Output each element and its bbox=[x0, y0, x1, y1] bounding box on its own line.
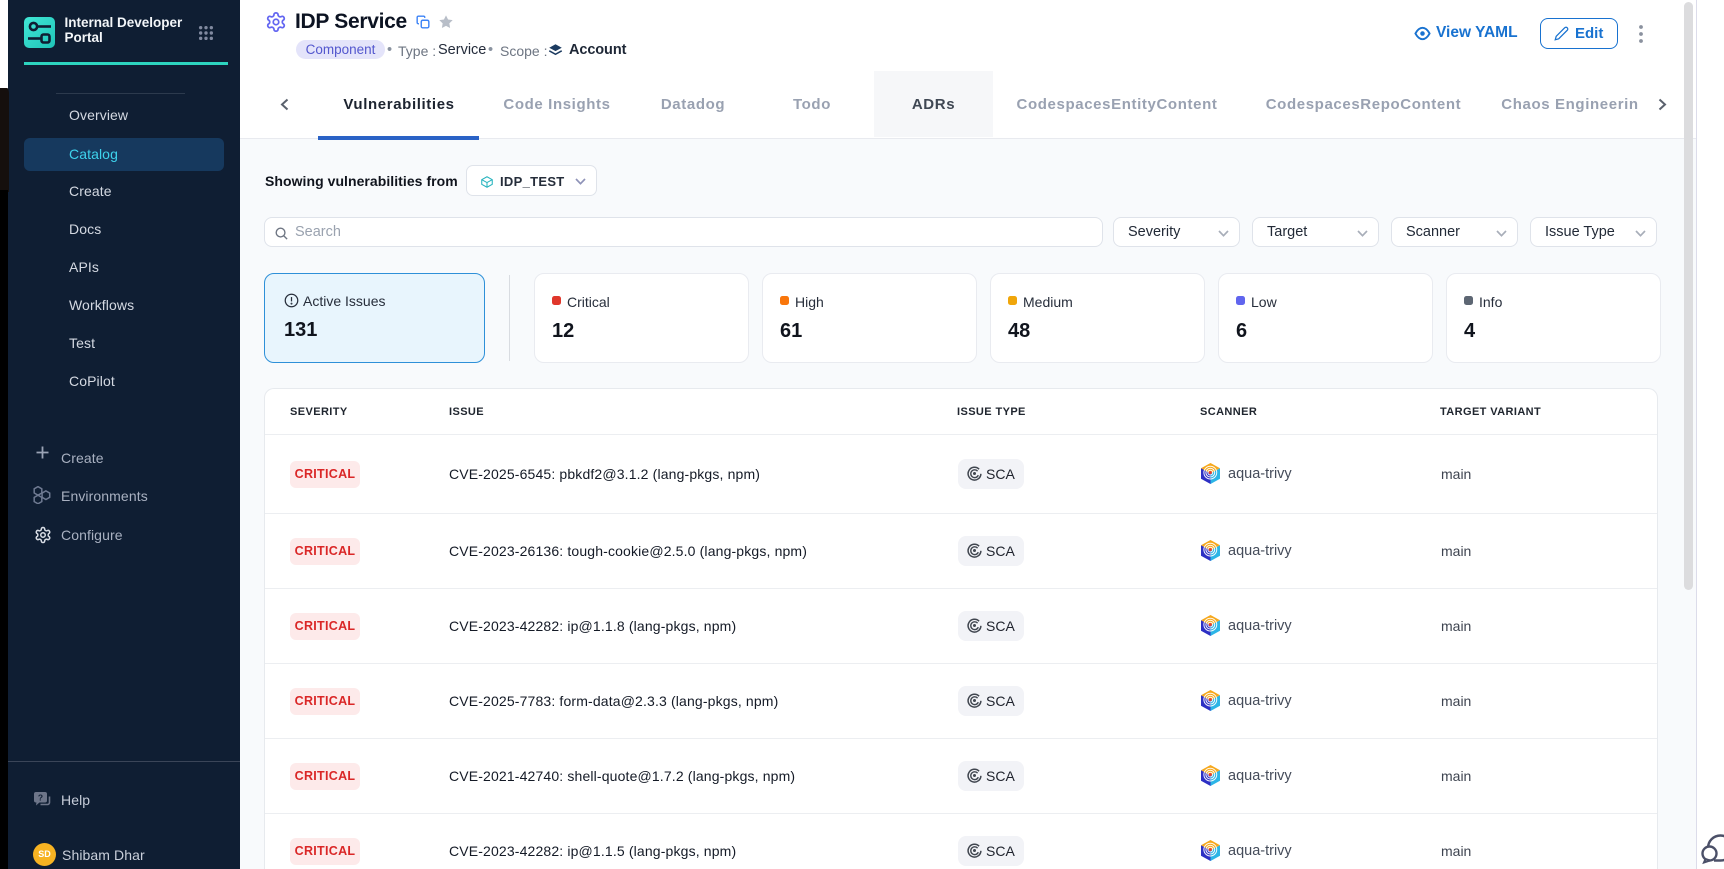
svg-text:?: ? bbox=[38, 792, 43, 802]
